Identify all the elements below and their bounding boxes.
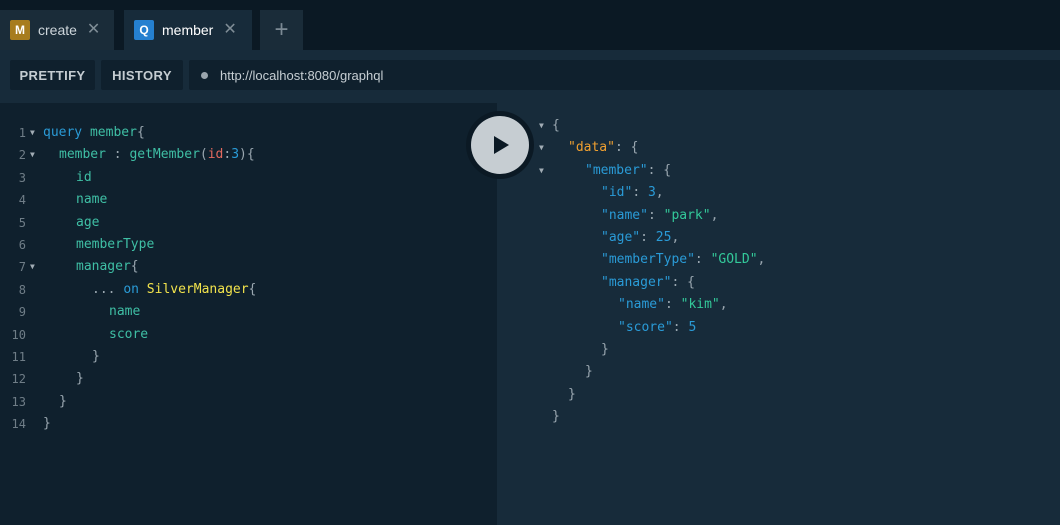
code-line: query member{ (43, 125, 145, 140)
code-line: name (76, 192, 108, 207)
prettify-button[interactable]: PRETTIFY (10, 60, 95, 90)
tab-bar: M create ✕ Q member ✕ + (0, 0, 1060, 50)
code-line: age (76, 215, 100, 230)
line-number: 4 (18, 193, 26, 207)
line-number: 13 (11, 395, 26, 409)
endpoint-url-input[interactable]: http://localhost:8080/graphql (189, 60, 1060, 90)
line-number: 8 (18, 283, 26, 297)
json-line: "memberType": "GOLD", (601, 252, 766, 267)
add-tab-button[interactable]: + (260, 10, 303, 50)
play-icon (494, 136, 509, 154)
fold-arrow-icon[interactable]: ▼ (30, 256, 35, 278)
line-number: 7 (18, 260, 26, 274)
json-line: "manager": { (601, 275, 695, 290)
fold-arrow-icon[interactable]: ▼ (30, 144, 35, 166)
history-button[interactable]: HISTORY (101, 60, 183, 90)
line-number: 6 (18, 238, 26, 252)
json-line: { (552, 118, 560, 133)
line-number: 3 (18, 171, 26, 185)
json-line: "age": 25, (601, 230, 680, 245)
json-line: "score": 5 (618, 320, 697, 335)
code-line: } (43, 416, 51, 431)
code-line: } (59, 394, 67, 409)
json-line: } (601, 342, 609, 357)
json-line: "id": 3, (601, 185, 664, 200)
line-number: 5 (18, 216, 26, 230)
close-icon[interactable]: ✕ (223, 22, 236, 38)
tab-create[interactable]: M create ✕ (0, 10, 114, 50)
tab-title: create (38, 22, 77, 38)
mutation-badge: M (10, 20, 30, 40)
line-number: 2 (18, 148, 26, 162)
fold-arrow-icon[interactable]: ▼ (30, 122, 35, 144)
code-line: name (109, 304, 141, 319)
code-line: } (76, 371, 84, 386)
json-line: } (585, 364, 593, 379)
status-dot-icon (201, 71, 208, 79)
endpoint-url: http://localhost:8080/graphql (220, 67, 384, 83)
query-badge: Q (134, 20, 154, 40)
code-line: score (109, 327, 149, 342)
json-line: "member": { (585, 163, 672, 178)
code-line: manager{ (76, 259, 139, 274)
fold-arrow-icon[interactable]: ▼ (539, 160, 544, 182)
code-line: } (92, 349, 100, 364)
json-line: } (552, 409, 560, 424)
line-number: 10 (11, 328, 26, 342)
tab-title: member (162, 22, 214, 38)
line-number: 11 (11, 350, 26, 364)
toolbar: PRETTIFY HISTORY http://localhost:8080/g… (0, 50, 1060, 103)
fold-arrow-icon[interactable]: ▼ (539, 115, 544, 137)
code-line: ... on SilverManager{ (92, 282, 257, 297)
code-line: member : getMember(id:3){ (59, 147, 255, 162)
line-number: 14 (11, 417, 26, 431)
json-line: "data": { (568, 140, 639, 155)
line-number: 12 (11, 372, 26, 386)
line-number: 1 (18, 126, 26, 140)
json-line: "name": "kim", (618, 297, 728, 312)
code-line: memberType (76, 237, 155, 252)
line-number: 9 (18, 305, 26, 319)
fold-arrow-icon[interactable]: ▼ (539, 137, 544, 159)
json-line: } (568, 387, 576, 402)
execute-query-button[interactable] (466, 111, 534, 179)
result-viewer: ▼ ▼ ▼ { "data": { "member": { "id": 3, "… (497, 103, 1060, 525)
close-icon[interactable]: ✕ (87, 22, 100, 38)
query-editor[interactable]: 1 2 3 4 5 6 7 8 9 10 11 12 13 14 ▼ ▼ ▼ q… (0, 103, 497, 525)
json-line: "name": "park", (601, 208, 719, 223)
tab-member[interactable]: Q member ✕ (124, 10, 252, 50)
code-line: id (76, 170, 92, 185)
